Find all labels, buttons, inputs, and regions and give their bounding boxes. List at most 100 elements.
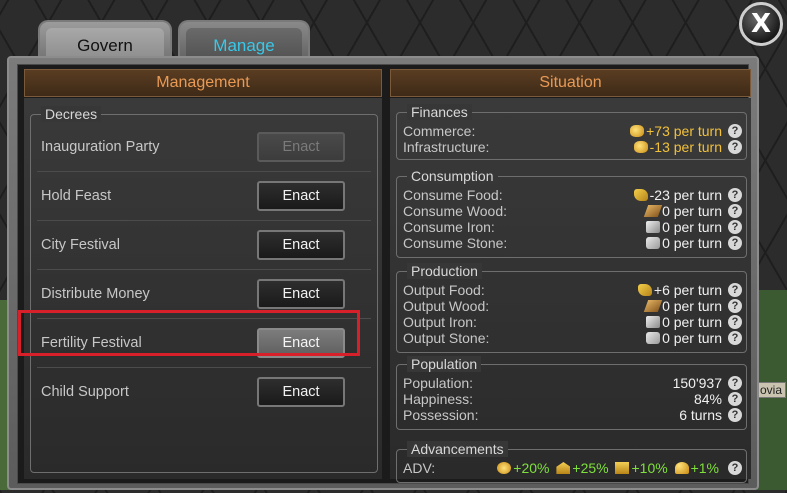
advancement-value: +1%: [690, 460, 719, 476]
help-icon[interactable]: ?: [728, 220, 742, 234]
decree-label: Fertility Festival: [41, 335, 142, 351]
help-icon[interactable]: ?: [728, 236, 742, 250]
consumption-group: Consumption Consume Food: -23 per turn ?…: [396, 168, 747, 258]
help-icon[interactable]: ?: [728, 283, 742, 297]
help-icon[interactable]: ?: [728, 140, 742, 154]
decree-row-fertility-festival: Fertility Festival Enact: [37, 319, 371, 368]
stat-value: 0 per turn: [646, 235, 722, 251]
stat-value: 0 per turn: [646, 330, 722, 346]
stat-label: Happiness:: [403, 391, 474, 407]
population-group: Population Population: 150'937 ? Happine…: [396, 356, 747, 430]
stat-output-wood: Output Wood: 0 per turn ?: [403, 298, 742, 314]
stat-label: Commerce:: [403, 123, 476, 139]
close-button[interactable]: X: [739, 2, 783, 46]
iron-icon: [646, 316, 661, 328]
tab-govern-label: Govern: [77, 36, 133, 55]
stat-value: 0 per turn: [643, 203, 722, 219]
stat-label: Output Iron:: [403, 314, 477, 330]
output-iron-value: 0 per turn: [662, 314, 722, 330]
population-title: Population: [407, 356, 482, 372]
help-icon[interactable]: ?: [728, 124, 742, 138]
management-body: Decrees Inauguration Party Enact Hold Fe…: [24, 98, 382, 479]
enact-button-city-festival[interactable]: Enact: [257, 230, 345, 260]
stat-value: 0 per turn: [643, 298, 722, 314]
stat-value: -13 per turn: [633, 139, 722, 155]
possession-value: 6 turns: [679, 407, 722, 423]
decree-label: City Festival: [41, 237, 120, 253]
stat-label: Output Stone:: [403, 330, 490, 346]
advancement-value: +25%: [572, 460, 609, 476]
advancement-value: +10%: [631, 460, 668, 476]
wood-icon: [643, 300, 663, 312]
consumption-title: Consumption: [407, 168, 498, 184]
decrees-title: Decrees: [41, 106, 102, 122]
stat-value: 0 per turn: [646, 314, 722, 330]
situation-title: Situation: [539, 74, 602, 91]
iron-icon: [646, 221, 661, 233]
stat-label: Infrastructure:: [403, 139, 490, 155]
building-advancement-icon: [556, 462, 571, 474]
stat-output-iron: Output Iron: 0 per turn ?: [403, 314, 742, 330]
stat-possession: Possession: 6 turns ?: [403, 407, 742, 423]
finances-group: Finances Commerce: +73 per turn ? Infras…: [396, 104, 747, 160]
management-header: Management: [24, 69, 382, 97]
infrastructure-value: -13 per turn: [649, 139, 722, 155]
help-icon[interactable]: ?: [728, 461, 742, 475]
stat-value: +73 per turn: [630, 123, 722, 139]
management-title: Management: [156, 74, 250, 91]
stat-label: Output Food:: [403, 282, 485, 298]
enact-button-child-support[interactable]: Enact: [257, 377, 345, 407]
gold-coin-icon: [633, 141, 648, 153]
stone-icon: [646, 237, 661, 249]
decrees-group: Decrees Inauguration Party Enact Hold Fe…: [30, 106, 378, 473]
decree-row-distribute-money: Distribute Money Enact: [37, 270, 371, 319]
enact-button-hold-feast[interactable]: Enact: [257, 181, 345, 211]
advancements-group: Advancements ADV: +20% +25% +10% +1% ?: [396, 441, 747, 483]
advancements-title: Advancements: [407, 441, 508, 457]
stat-label: ADV:: [403, 460, 436, 476]
decree-label: Inauguration Party: [41, 139, 160, 155]
enact-button-distribute-money[interactable]: Enact: [257, 279, 345, 309]
help-icon[interactable]: ?: [728, 376, 742, 390]
food-advancement-icon: [497, 462, 512, 474]
happiness-value: 84%: [693, 391, 722, 407]
production-group: Production Output Food: +6 per turn ? Ou…: [396, 263, 747, 353]
management-panel: Management Decrees Inauguration Party En…: [24, 69, 382, 479]
consume-stone-value: 0 per turn: [662, 235, 722, 251]
stat-label: Consume Wood:: [403, 203, 508, 219]
military-advancement-icon: [615, 462, 630, 474]
help-icon[interactable]: ?: [728, 408, 742, 422]
food-icon: [637, 284, 652, 296]
consume-wood-value: 0 per turn: [662, 203, 722, 219]
population-value: 150'937: [672, 375, 722, 391]
stat-happiness: Happiness: 84% ?: [403, 391, 742, 407]
food-icon: [633, 189, 648, 201]
map-city-label[interactable]: ovia: [756, 382, 787, 398]
stat-label: Consume Food:: [403, 187, 503, 203]
finances-title: Finances: [407, 104, 472, 120]
situation-header: Situation: [390, 69, 751, 97]
stat-label: Possession:: [403, 407, 479, 423]
help-icon[interactable]: ?: [728, 392, 742, 406]
help-icon[interactable]: ?: [728, 331, 742, 345]
help-icon[interactable]: ?: [728, 188, 742, 202]
help-icon[interactable]: ?: [728, 204, 742, 218]
situation-panel: Situation Finances Commerce: +73 per tur…: [390, 69, 751, 483]
stat-label: Population:: [403, 375, 474, 391]
stone-icon: [646, 332, 661, 344]
stat-label: Consume Stone:: [403, 235, 508, 251]
stat-consume-stone: Consume Stone: 0 per turn ?: [403, 235, 742, 251]
enact-button-fertility-festival[interactable]: Enact: [257, 328, 345, 358]
help-icon[interactable]: ?: [728, 315, 742, 329]
production-title: Production: [407, 263, 482, 279]
stat-output-food: Output Food: +6 per turn ?: [403, 282, 742, 298]
decree-label: Distribute Money: [41, 286, 150, 302]
window-content: Management Decrees Inauguration Party En…: [17, 64, 751, 484]
enact-button-inauguration-party[interactable]: Enact: [257, 132, 345, 162]
decree-row-child-support: Child Support Enact: [37, 368, 371, 416]
output-stone-value: 0 per turn: [662, 330, 722, 346]
help-icon[interactable]: ?: [728, 299, 742, 313]
stat-consume-wood: Consume Wood: 0 per turn ?: [403, 203, 742, 219]
stat-advancements: ADV: +20% +25% +10% +1% ?: [403, 460, 742, 476]
stat-value: 0 per turn: [646, 219, 722, 235]
